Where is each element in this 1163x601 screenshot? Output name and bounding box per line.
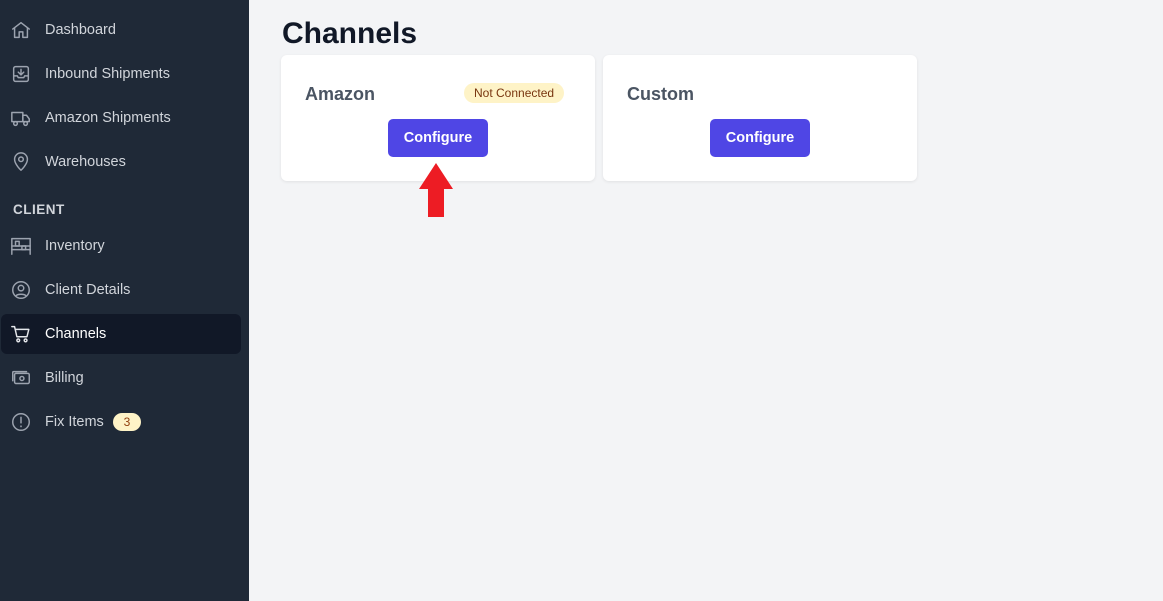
sidebar-item-client-details[interactable]: Client Details bbox=[1, 270, 241, 310]
card-title: Custom bbox=[627, 84, 694, 104]
sidebar-item-dashboard[interactable]: Dashboard bbox=[1, 10, 241, 50]
cash-icon bbox=[9, 366, 33, 390]
sidebar-section-client: CLIENT bbox=[13, 202, 65, 217]
sidebar-item-label: Inbound Shipments bbox=[45, 66, 170, 82]
sidebar-item-warehouses[interactable]: Warehouses bbox=[1, 142, 241, 182]
channel-card-custom: Custom Configure bbox=[603, 55, 917, 181]
configure-button[interactable]: Configure bbox=[710, 119, 810, 157]
card-title: Amazon bbox=[305, 84, 376, 104]
home-icon bbox=[9, 18, 33, 42]
truck-icon bbox=[9, 106, 33, 130]
exclamation-circle-icon bbox=[9, 410, 33, 434]
status-badge: Not Connected bbox=[464, 83, 565, 103]
sidebar-item-label: Billing bbox=[45, 370, 84, 386]
sidebar-item-amazon-shipments[interactable]: Amazon Shipments bbox=[1, 98, 241, 138]
sidebar-item-inbound-shipments[interactable]: Inbound Shipments bbox=[1, 54, 241, 94]
sidebar-item-label: Dashboard bbox=[45, 22, 116, 38]
count-badge: 3 bbox=[113, 413, 141, 431]
map-pin-icon bbox=[9, 150, 33, 174]
sidebar-item-label: Client Details bbox=[45, 282, 131, 298]
sidebar-item-inventory[interactable]: Inventory bbox=[1, 226, 241, 266]
shopping-cart-icon bbox=[9, 322, 33, 346]
configure-button[interactable]: Configure bbox=[388, 119, 488, 157]
user-circle-icon bbox=[9, 278, 33, 302]
sidebar-item-label: Fix Items bbox=[45, 414, 104, 430]
page-title: Channels bbox=[282, 17, 418, 50]
sidebar-item-fix-items[interactable]: Fix Items 3 bbox=[1, 402, 241, 442]
inbox-download-icon bbox=[9, 62, 33, 86]
sidebar-item-label: Channels bbox=[45, 326, 107, 342]
sidebar-item-label: Warehouses bbox=[45, 154, 126, 170]
sidebar-item-billing[interactable]: Billing bbox=[1, 358, 241, 398]
sidebar-item-label: Inventory bbox=[45, 238, 105, 254]
sidebar-item-channels[interactable]: Channels bbox=[1, 314, 241, 354]
sidebar: Dashboard Inbound Shipments Amazon Shipm… bbox=[0, 0, 249, 601]
warehouse-shelves-icon bbox=[9, 234, 33, 258]
sidebar-item-label: Amazon Shipments bbox=[45, 110, 171, 126]
annotation-arrow-up-icon bbox=[419, 163, 453, 217]
